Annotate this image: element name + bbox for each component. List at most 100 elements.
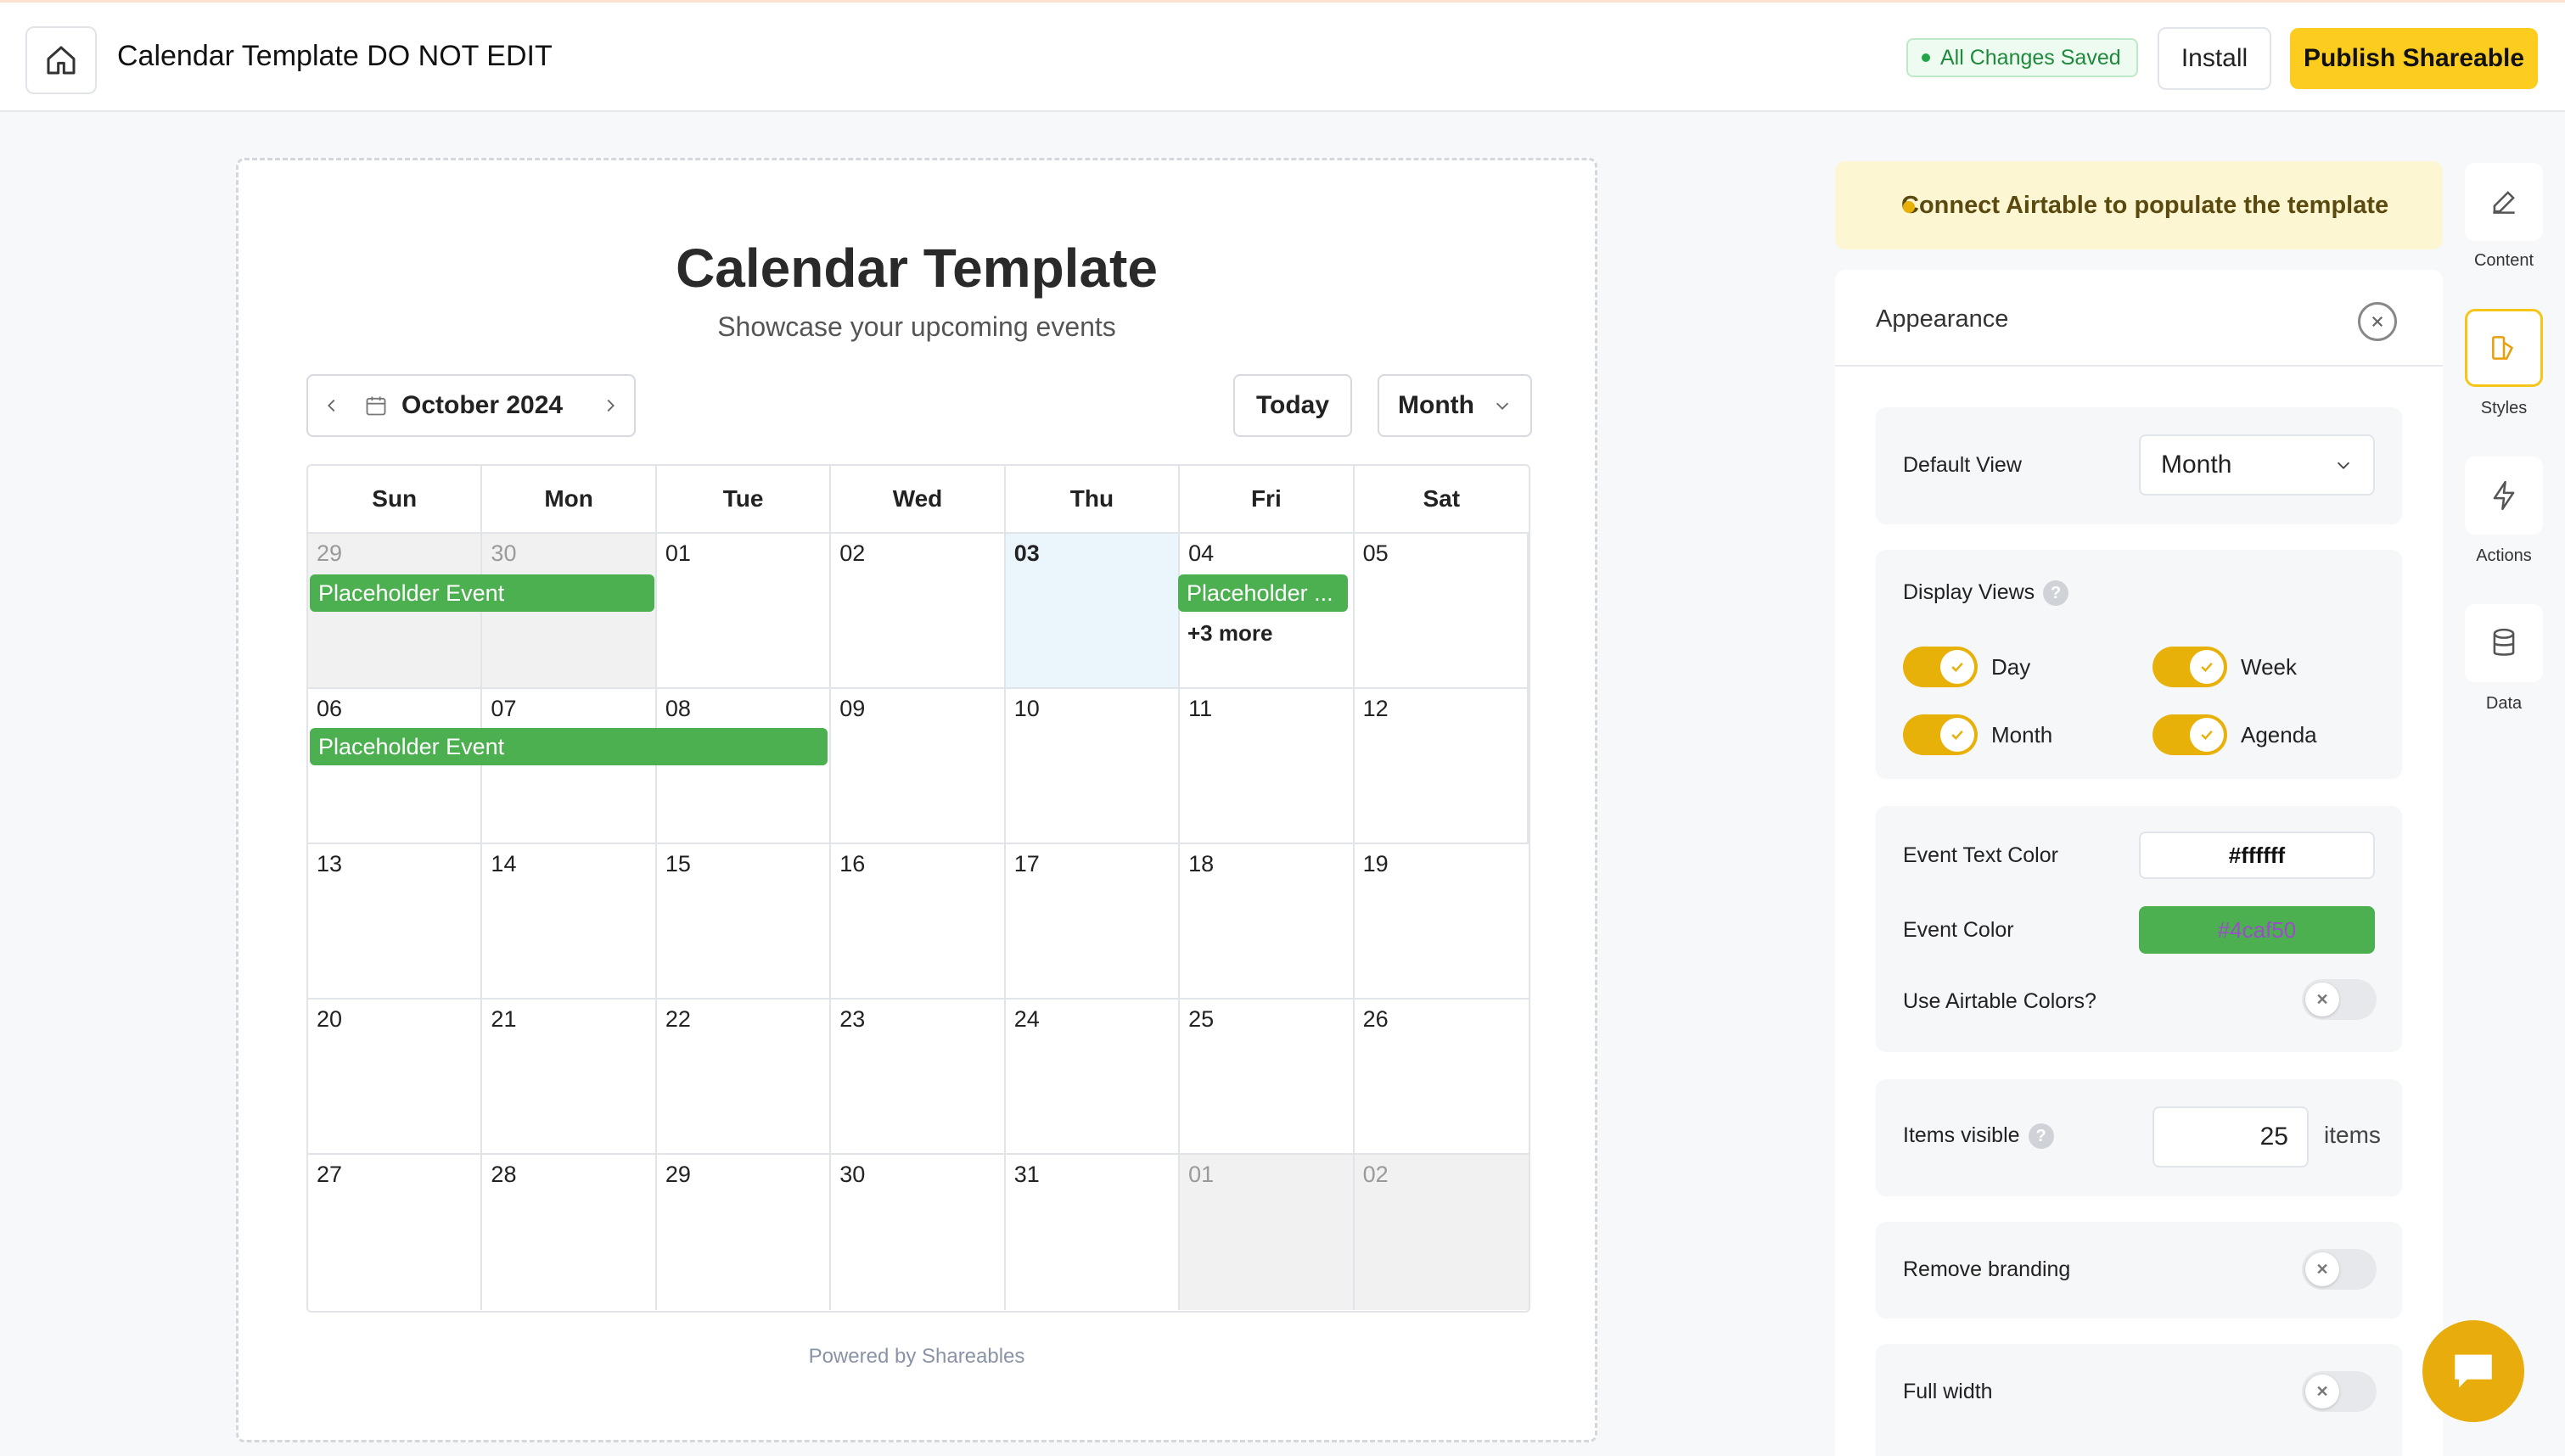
home-icon (47, 46, 76, 75)
day-cell[interactable]: 16 (831, 844, 1006, 998)
day-cell[interactable]: 17 (1006, 844, 1181, 998)
day-cell[interactable]: 09 (831, 689, 1006, 843)
toggle-week-view[interactable] (2152, 647, 2227, 687)
items-unit-label: items (2324, 1122, 2381, 1148)
day-cell[interactable]: 05 (1355, 534, 1529, 687)
items-visible-input[interactable]: 25 (2152, 1106, 2309, 1168)
items-visible-label-row: Items visible? (1903, 1123, 2054, 1150)
day-cell[interactable]: 13 (308, 844, 483, 998)
toggle-agenda-view[interactable] (2152, 714, 2227, 755)
event-color-input[interactable]: #4caf50 (2139, 906, 2375, 954)
default-view-select[interactable]: Month (2139, 434, 2375, 496)
display-views-label-row: Display Views? (1903, 580, 2069, 607)
day-cell[interactable]: 14 (482, 844, 657, 998)
close-panel-button[interactable] (2358, 302, 2397, 341)
toggle-month-view[interactable] (1903, 714, 1978, 755)
remove-branding-label: Remove branding (1903, 1257, 2071, 1281)
x-icon: ✕ (2305, 1252, 2339, 1286)
day-cell[interactable]: 06 (308, 689, 483, 843)
publish-button[interactable]: Publish Shareable (2290, 28, 2538, 89)
day-cell[interactable]: 01 (1180, 1155, 1355, 1310)
appearance-panel: Appearance Default View Month Display Vi… (1835, 270, 2443, 1456)
day-cell[interactable]: 21 (482, 1000, 657, 1153)
rail-actions-label: Actions (2476, 546, 2532, 565)
home-button[interactable] (25, 26, 97, 94)
next-month-button[interactable] (587, 376, 634, 435)
display-views-section: Display Views? Day Week Month Agenda (1876, 550, 2402, 779)
chevron-right-icon (607, 399, 615, 412)
day-cell[interactable]: 02 (1354, 1155, 1529, 1310)
calendar-title: Calendar Template (676, 238, 1158, 299)
help-icon[interactable]: ? (2043, 580, 2069, 607)
remove-branding-toggle[interactable]: ✕ (2302, 1249, 2377, 1290)
day-cell[interactable]: 20 (308, 1000, 483, 1153)
status-dot-icon (1922, 53, 1930, 62)
day-cell[interactable]: 02 (831, 534, 1006, 687)
event-text-color-input[interactable]: #ffffff (2139, 832, 2375, 879)
day-cell[interactable]: 30 (831, 1155, 1006, 1310)
powered-by-link[interactable]: Powered by Shareables (239, 1345, 1595, 1369)
weekday-fri: Fri (1180, 466, 1355, 532)
chat-launcher-button[interactable] (2422, 1320, 2524, 1422)
view-select[interactable]: Month (1378, 374, 1532, 437)
check-icon (1940, 650, 1974, 684)
day-cell[interactable]: 18 (1180, 844, 1355, 998)
week-row: 27 28 29 30 31 01 02 (308, 1155, 1529, 1310)
full-width-toggle[interactable]: ✕ (2302, 1371, 2377, 1412)
rail-data-button[interactable] (2465, 604, 2543, 682)
toggle-day-view[interactable] (1903, 647, 1978, 687)
day-cell[interactable]: 25 (1180, 1000, 1355, 1153)
day-cell[interactable]: 15 (657, 844, 832, 998)
rail-styles-button[interactable] (2465, 309, 2543, 387)
use-airtable-colors-toggle[interactable]: ✕ (2302, 979, 2377, 1020)
banner-text: Connect Airtable to populate the templat… (1901, 191, 2389, 219)
day-cell[interactable]: 31 (1006, 1155, 1181, 1310)
today-button[interactable]: Today (1233, 374, 1352, 437)
day-cell[interactable]: 26 (1355, 1000, 1529, 1153)
chevron-left-icon (328, 399, 335, 412)
day-cell[interactable]: 23 (831, 1000, 1006, 1153)
event-colors-section: Event Text Color #ffffff Event Color #4c… (1876, 806, 2402, 1052)
month-grid: Sun Mon Tue Wed Thu Fri Sat 29 30 01 02 … (306, 464, 1530, 1313)
day-cell[interactable]: 01 (657, 534, 832, 687)
week-row: 29 30 01 02 03 04 05 Placeholder Event P… (308, 534, 1529, 689)
rail-content-button[interactable] (2465, 163, 2543, 241)
event-chip[interactable]: Placeholder Event (310, 728, 828, 765)
day-cell[interactable]: 19 (1355, 844, 1529, 998)
x-icon: ✕ (2305, 983, 2339, 1016)
saved-status-badge: All Changes Saved (1906, 38, 2138, 77)
rail-data-label: Data (2485, 694, 2523, 713)
event-chip[interactable]: Placeholder ... (1178, 574, 1348, 612)
event-chip[interactable]: Placeholder Event (310, 574, 654, 612)
day-cell[interactable]: 07 (482, 689, 657, 843)
previous-month-button[interactable] (308, 376, 356, 435)
day-cell[interactable]: 29 (657, 1155, 832, 1310)
toggle-day-label: Day (1991, 654, 2031, 680)
day-cell[interactable]: 11 (1180, 689, 1355, 843)
document-title[interactable]: Calendar Template DO NOT EDIT (117, 40, 553, 73)
lightning-icon (2493, 480, 2515, 511)
day-cell[interactable]: 22 (657, 1000, 832, 1153)
day-cell[interactable]: 24 (1006, 1000, 1181, 1153)
close-icon (2371, 316, 2383, 328)
default-view-section: Default View Month (1876, 407, 2402, 524)
weekday-header: Sun Mon Tue Wed Thu Fri Sat (308, 466, 1529, 534)
help-icon[interactable]: ? (2028, 1123, 2054, 1150)
styles-icon (2492, 336, 2514, 360)
day-cell[interactable]: 12 (1355, 689, 1529, 843)
day-cell[interactable]: 08 (657, 689, 832, 843)
install-button[interactable]: Install (2158, 27, 2271, 90)
day-cell[interactable]: 27 (308, 1155, 483, 1310)
connect-airtable-banner[interactable]: Connect Airtable to populate the templat… (1835, 161, 2443, 249)
day-cell[interactable]: 28 (482, 1155, 657, 1310)
current-month-label: October 2024 (401, 391, 564, 419)
more-events-link[interactable]: +3 more (1187, 620, 1272, 647)
weekday-sat: Sat (1423, 485, 1461, 512)
rail-actions-button[interactable] (2465, 456, 2543, 535)
full-width-section: Full width ✕ (1876, 1344, 2402, 1456)
items-visible-section: Items visible? 25 items (1876, 1079, 2402, 1196)
weekday-mon: Mon (482, 466, 657, 532)
rail-content-label: Content (2473, 251, 2534, 270)
day-cell[interactable]: 10 (1006, 689, 1181, 843)
day-cell-today[interactable]: 03 (1005, 534, 1181, 687)
